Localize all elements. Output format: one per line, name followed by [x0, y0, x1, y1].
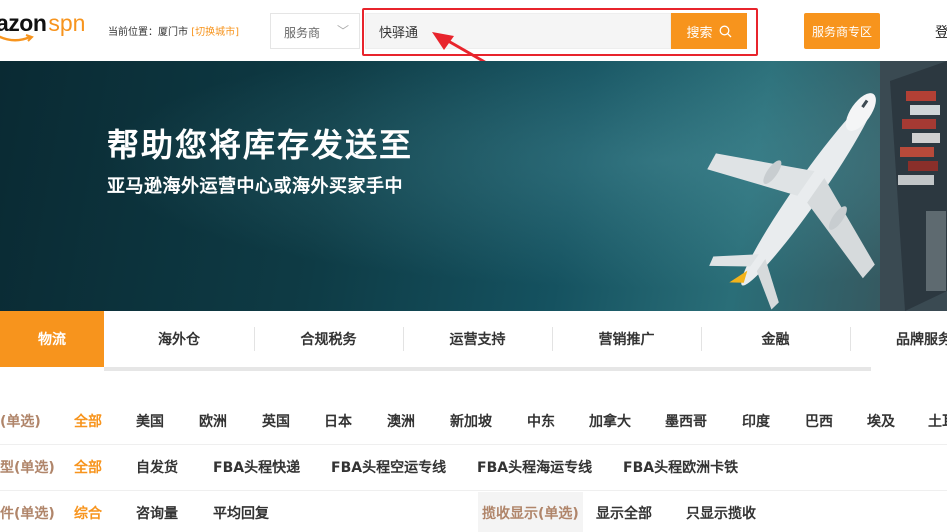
row-divider — [0, 490, 947, 491]
region-option[interactable]: 墨西哥 — [665, 400, 707, 444]
top-header: azonspn 当前位置：厦门市 [切换城市] 服务商 ﹀ 搜索 服务商专区 登 — [0, 0, 947, 61]
smile-arrow-icon — [0, 34, 34, 42]
tab-brand-services[interactable]: 品牌服务 — [850, 311, 947, 367]
search-button[interactable]: 搜索 — [671, 13, 747, 49]
tab-finance[interactable]: 金融 — [701, 311, 850, 367]
location-prefix: 当前位置： — [108, 27, 158, 38]
type-option[interactable]: 自发货 — [136, 446, 178, 490]
switch-city-link[interactable]: [切换城市] — [191, 27, 239, 38]
banner-subline: 亚马逊海外运营中心或海外买家手中 — [107, 176, 403, 197]
type-option[interactable]: FBA头程海运专线 — [477, 446, 592, 490]
region-filter-label: (单选) — [0, 414, 41, 430]
tab-marketing[interactable]: 营销推广 — [552, 311, 701, 367]
type-filter-label: 型(单选) — [0, 460, 55, 476]
tab-label: 营销推广 — [598, 332, 655, 348]
sort-option[interactable]: 平均回复 — [213, 492, 269, 532]
region-option[interactable]: 中东 — [527, 400, 555, 444]
pickup-filter-label: 揽收显示(单选) — [478, 492, 583, 532]
tab-label: 金融 — [761, 332, 790, 348]
region-option[interactable]: 美国 — [136, 400, 164, 444]
search-input[interactable] — [365, 13, 671, 49]
region-option[interactable]: 巴西 — [805, 400, 833, 444]
region-option[interactable]: 加拿大 — [589, 400, 631, 444]
type-filter-row: 型(单选) 全部 自发货 FBA头程快递 FBA头程空运专线 FBA头程海运专线… — [0, 446, 947, 490]
chevron-down-icon: ﹀ — [336, 24, 349, 38]
tab-label: 合规税务 — [300, 332, 357, 348]
category-tabs: 物流 海外仓 合规税务 运营支持 营销推广 金融 品牌服务 — [0, 311, 947, 367]
logo-word: azon — [0, 10, 47, 36]
search-icon — [719, 25, 731, 37]
hero-banner: 帮助您将库存发送至 亚马逊海外运营中心或海外买家手中 — [0, 61, 947, 311]
sort-option[interactable]: 咨询量 — [136, 492, 178, 532]
region-option[interactable]: 英国 — [262, 400, 290, 444]
search-button-label: 搜索 — [686, 25, 713, 41]
provider-zone-button[interactable]: 服务商专区 — [804, 13, 880, 49]
banner-headline: 帮助您将库存发送至 — [107, 126, 414, 164]
type-option[interactable]: FBA头程欧洲卡铁 — [623, 446, 738, 490]
pickup-option[interactable]: 只显示揽收 — [686, 492, 756, 532]
region-option[interactable]: 日本 — [324, 400, 352, 444]
provider-select-value: 服务商 — [284, 26, 321, 40]
sort-filter-label: 件(单选) — [0, 506, 55, 522]
sort-option[interactable]: 综合 — [74, 492, 102, 532]
provider-type-select[interactable]: 服务商 ﹀ — [270, 13, 360, 49]
region-filter-row: (单选) 全部 美国 欧洲 英国 日本 澳洲 新加坡 中东 加拿大 墨西哥 印度… — [0, 400, 947, 444]
tab-label: 运营支持 — [449, 332, 506, 348]
tab-compliance-tax[interactable]: 合规税务 — [254, 311, 403, 367]
region-option[interactable]: 全部 — [74, 400, 102, 444]
region-option[interactable]: 土耳 — [928, 400, 947, 444]
region-option[interactable]: 欧洲 — [199, 400, 227, 444]
region-option[interactable]: 印度 — [742, 400, 770, 444]
region-option[interactable]: 新加坡 — [450, 400, 492, 444]
type-option[interactable]: FBA头程空运专线 — [331, 446, 446, 490]
tab-label: 物流 — [38, 332, 66, 348]
type-option[interactable]: FBA头程快递 — [213, 446, 300, 490]
logo-suffix: spn — [48, 10, 86, 36]
tab-overseas-warehouse[interactable]: 海外仓 — [104, 311, 254, 367]
location-city: 厦门市 — [158, 27, 188, 38]
tab-label: 海外仓 — [158, 332, 200, 348]
tab-logistics[interactable]: 物流 — [0, 311, 104, 367]
region-option[interactable]: 澳洲 — [387, 400, 415, 444]
row-divider — [0, 444, 947, 445]
tab-label: 品牌服务 — [896, 332, 947, 348]
type-option[interactable]: 全部 — [74, 446, 102, 490]
airplane-ship-illustration — [707, 61, 947, 311]
region-option[interactable]: 埃及 — [867, 400, 895, 444]
tab-operations-support[interactable]: 运营支持 — [403, 311, 552, 367]
current-location: 当前位置：厦门市 [切换城市] — [108, 23, 239, 38]
pickup-option[interactable]: 显示全部 — [596, 492, 652, 532]
login-link[interactable]: 登 — [935, 22, 947, 42]
amazon-spn-logo[interactable]: azonspn — [0, 10, 85, 50]
tabs-scrollbar[interactable] — [104, 367, 871, 371]
sort-filter-row: 件(单选) 综合 咨询量 平均回复 揽收显示(单选) 显示全部 只显示揽收 — [0, 492, 947, 532]
